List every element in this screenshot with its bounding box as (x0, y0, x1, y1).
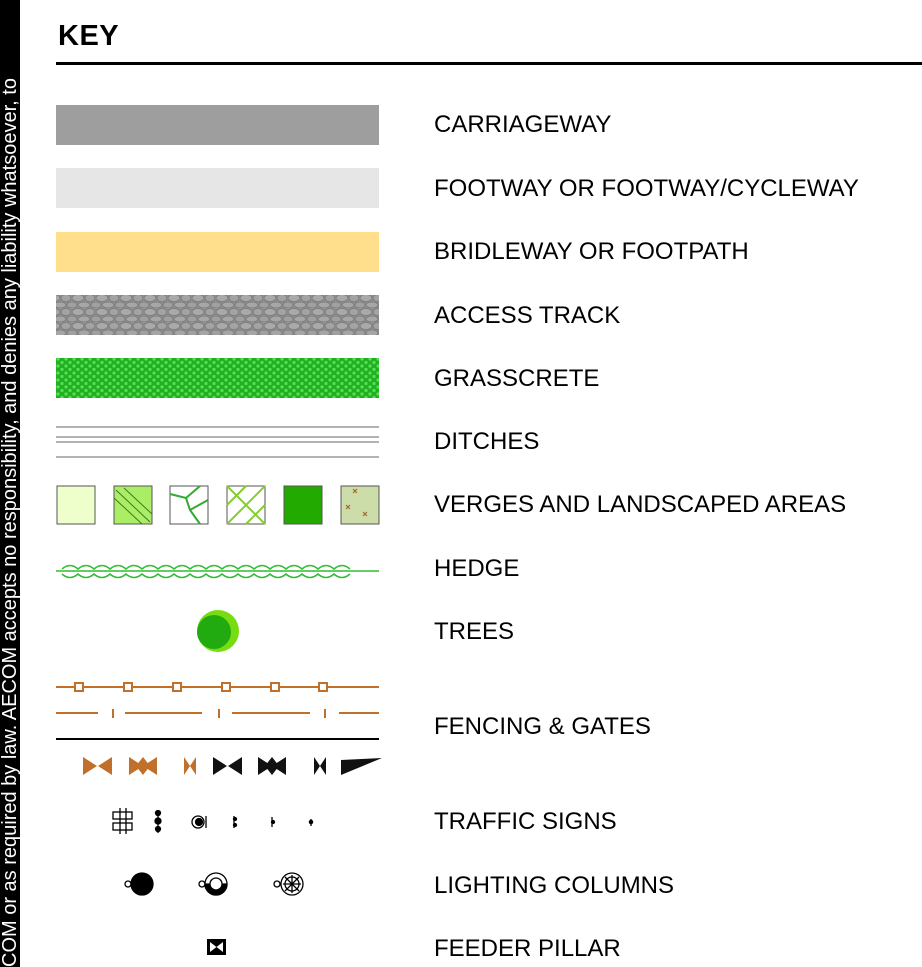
traffic-sign-symbols (112, 808, 314, 834)
access-track-swatch (56, 295, 379, 335)
feeder-pillar-label: FEEDER PILLAR (434, 935, 621, 962)
footway-label: FOOTWAY OR FOOTWAY/CYCLEWAY (434, 175, 859, 202)
ditches-swatch (56, 426, 379, 458)
carriageway-label: CARRIAGEWAY (434, 111, 612, 138)
trees-label: TREES (434, 618, 515, 645)
lighting-column-symbols (124, 872, 304, 896)
tree-symbol (197, 610, 239, 652)
lighting-label: LIGHTING COLUMNS (434, 872, 675, 899)
feeder-pillar-symbol (207, 939, 226, 955)
grasscrete-label: GRASSCRETE (434, 365, 600, 392)
access-track-label: ACCESS TRACK (434, 302, 621, 329)
gate-symbols (83, 757, 382, 775)
hedge-swatch (56, 564, 379, 579)
verges-swatches (56, 485, 380, 525)
fencing-label: FENCING & GATES (434, 713, 651, 740)
fence-swatch (56, 682, 379, 718)
hedge-label: HEDGE (434, 555, 520, 582)
ditches-label: DITCHES (434, 428, 540, 455)
verges-label: VERGES AND LANDSCAPED AREAS (434, 491, 847, 518)
footway-swatch (56, 168, 379, 208)
bridleway-label: BRIDLEWAY OR FOOTPATH (434, 238, 749, 265)
grasscrete-swatch (56, 358, 379, 398)
traffic-signs-label: TRAFFIC SIGNS (434, 808, 617, 835)
bridleway-swatch (56, 232, 379, 272)
carriageway-swatch (56, 105, 379, 145)
